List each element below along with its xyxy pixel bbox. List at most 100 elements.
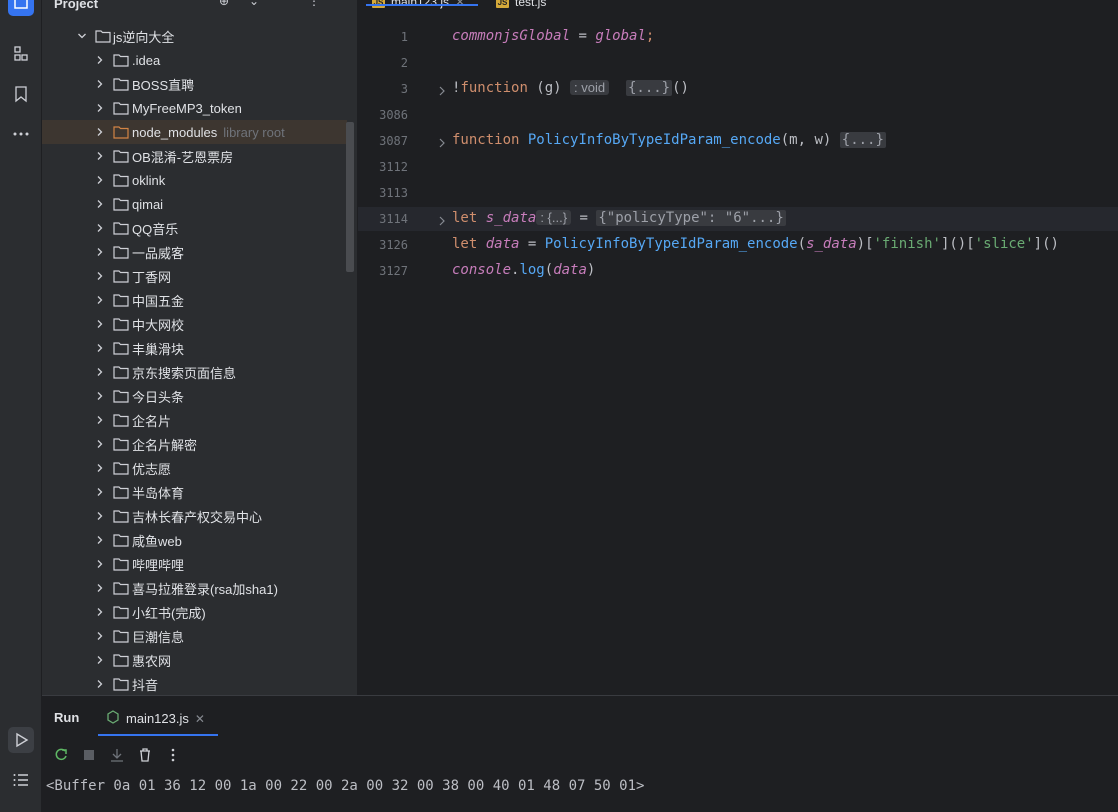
tree-item-label: 企名片解密 — [132, 435, 197, 454]
tree-item-folder[interactable]: QQ音乐 — [42, 216, 347, 240]
tree-item-folder[interactable]: oklink — [42, 168, 347, 192]
tree-root-folder[interactable]: js逆向大全 — [42, 24, 347, 48]
locate-icon[interactable]: ⊕ — [217, 0, 231, 8]
folder-icon — [113, 149, 129, 163]
code-token: 'slice' — [974, 236, 1034, 252]
list-icon — [13, 774, 28, 786]
chevron-right-icon[interactable] — [95, 223, 105, 233]
tree-item-folder[interactable]: 抖音 — [42, 672, 347, 695]
tree-item-folder[interactable]: 京东搜索页面信息 — [42, 360, 347, 384]
code-line-3[interactable]: !function (g) : void {...}() — [452, 80, 689, 96]
chevron-right-icon[interactable] — [95, 415, 105, 425]
chevron-right-icon[interactable] — [95, 535, 105, 545]
folder-name: OB混淆-艺恩票房 — [132, 149, 234, 165]
bookmarks-tool-button[interactable] — [8, 81, 34, 107]
fold-chevron-icon[interactable] — [438, 136, 448, 148]
chevron-right-icon[interactable] — [95, 199, 105, 209]
chevron-right-icon[interactable] — [95, 127, 105, 137]
project-scrollbar[interactable] — [346, 122, 354, 272]
rerun-icon[interactable] — [52, 746, 70, 764]
chevron-right-icon[interactable] — [95, 655, 105, 665]
folded-region[interactable]: {...} — [625, 80, 673, 96]
tree-item-folder[interactable]: 巨潮信息 — [42, 624, 347, 648]
code-line-1[interactable]: commonjsGlobal = global; — [452, 28, 654, 44]
tree-item-folder[interactable]: 丁香网 — [42, 264, 347, 288]
chevron-right-icon[interactable] — [95, 103, 105, 113]
chevron-right-icon[interactable] — [95, 583, 105, 593]
chevron-right-icon[interactable] — [95, 319, 105, 329]
code-line-3087[interactable]: function PolicyInfoByTypeIdParam_encode(… — [452, 132, 886, 148]
options-icon[interactable]: ⋮ — [307, 0, 321, 8]
tree-item-folder[interactable]: 吉林长春产权交易中心 — [42, 504, 347, 528]
chevron-right-icon[interactable] — [95, 367, 105, 377]
folded-region[interactable]: {"policyType": "6"...} — [596, 210, 786, 226]
tree-item-folder[interactable]: 哔哩哔哩 — [42, 552, 347, 576]
tree-item-folder[interactable]: 小红书(完成) — [42, 600, 347, 624]
chevron-right-icon[interactable] — [95, 391, 105, 401]
tree-item-folder[interactable]: 企名片解密 — [42, 432, 347, 456]
chevron-right-icon[interactable] — [95, 247, 105, 257]
tree-item-folder[interactable]: 喜马拉雅登录(rsa加sha1) — [42, 576, 347, 600]
chevron-right-icon[interactable] — [95, 487, 105, 497]
code-token: ) — [586, 262, 596, 278]
fold-chevron-icon[interactable] — [438, 84, 448, 96]
chevron-right-icon[interactable] — [95, 511, 105, 521]
chevron-right-icon[interactable] — [95, 631, 105, 641]
chevron-right-icon[interactable] — [95, 175, 105, 185]
tree-item-folder[interactable]: 中国五金 — [42, 288, 347, 312]
tree-item-folder[interactable]: 半岛体育 — [42, 480, 347, 504]
tree-item-folder[interactable]: BOSS直聘 — [42, 72, 347, 96]
tree-item-folder[interactable]: MyFreeMP3_token — [42, 96, 347, 120]
trash-icon[interactable] — [136, 746, 154, 764]
tab-test[interactable]: JS test.js — [496, 0, 546, 12]
code-line-3126[interactable]: let data = PolicyInfoByTypeIdParam_encod… — [452, 236, 1059, 252]
folder-icon — [113, 413, 129, 427]
tree-item-folder[interactable]: .idea — [42, 48, 347, 72]
code-line-3114[interactable]: let s_data: {...} = {"policyType": "6"..… — [452, 210, 786, 226]
project-title[interactable]: Project — [54, 0, 98, 11]
structure-tool-button[interactable] — [8, 41, 34, 67]
expand-icon[interactable]: ⌄ — [247, 0, 261, 8]
run-tool-button[interactable] — [8, 727, 34, 753]
tab-main123[interactable]: JS main123.js ✕ — [372, 0, 465, 12]
chevron-right-icon[interactable] — [95, 151, 105, 161]
folded-region[interactable]: {...} — [839, 132, 886, 148]
chevron-right-icon[interactable] — [95, 679, 105, 689]
tree-item-folder[interactable]: 中大网校 — [42, 312, 347, 336]
tree-item-folder[interactable]: 企名片 — [42, 408, 347, 432]
chevron-right-icon[interactable] — [95, 271, 105, 281]
tree-item-folder[interactable]: 惠农网 — [42, 648, 347, 672]
tree-item-folder[interactable]: qimai — [42, 192, 347, 216]
folder-name: 京东搜索页面信息 — [132, 365, 237, 381]
tree-item-folder[interactable]: 咸鱼web — [42, 528, 347, 552]
tree-item-folder[interactable]: 一品威客 — [42, 240, 347, 264]
chevron-down-icon[interactable] — [77, 31, 87, 41]
fold-chevron-icon[interactable] — [438, 214, 448, 226]
chevron-right-icon[interactable] — [95, 439, 105, 449]
chevron-right-icon[interactable] — [95, 295, 105, 305]
folder-name: node_modules — [132, 124, 218, 140]
chevron-right-icon[interactable] — [95, 343, 105, 353]
code-line-3127[interactable]: console.log(data) — [452, 262, 595, 278]
more-vertical-icon[interactable] — [164, 746, 182, 764]
stop-icon[interactable] — [80, 746, 98, 764]
more-tools-button[interactable] — [8, 121, 34, 147]
tree-item-folder[interactable]: 优志愿 — [42, 456, 347, 480]
run-tab-main123[interactable]: main123.js ✕ — [106, 710, 205, 727]
tree-item-folder[interactable]: OB混淆-艺恩票房 — [42, 144, 347, 168]
console-output[interactable]: <Buffer 0a 01 36 12 00 1a 00 22 00 2a 00… — [46, 778, 644, 794]
chevron-right-icon[interactable] — [95, 559, 105, 569]
close-icon[interactable]: ✕ — [195, 712, 205, 726]
chevron-right-icon[interactable] — [95, 463, 105, 473]
todo-tool-button[interactable] — [8, 767, 34, 793]
tree-item-folder[interactable]: 今日头条 — [42, 384, 347, 408]
chevron-right-icon[interactable] — [95, 607, 105, 617]
chevron-right-icon[interactable] — [95, 79, 105, 89]
code-token: () — [672, 80, 689, 96]
tree-item-folder[interactable]: node_modules library root — [42, 120, 347, 144]
project-tool-button[interactable] — [8, 0, 34, 16]
tree-item-folder[interactable]: 丰巢滑块 — [42, 336, 347, 360]
collapse-icon[interactable]: ⌃ — [277, 0, 291, 8]
chevron-right-icon[interactable] — [95, 55, 105, 65]
scroll-to-end-icon[interactable] — [108, 746, 126, 764]
